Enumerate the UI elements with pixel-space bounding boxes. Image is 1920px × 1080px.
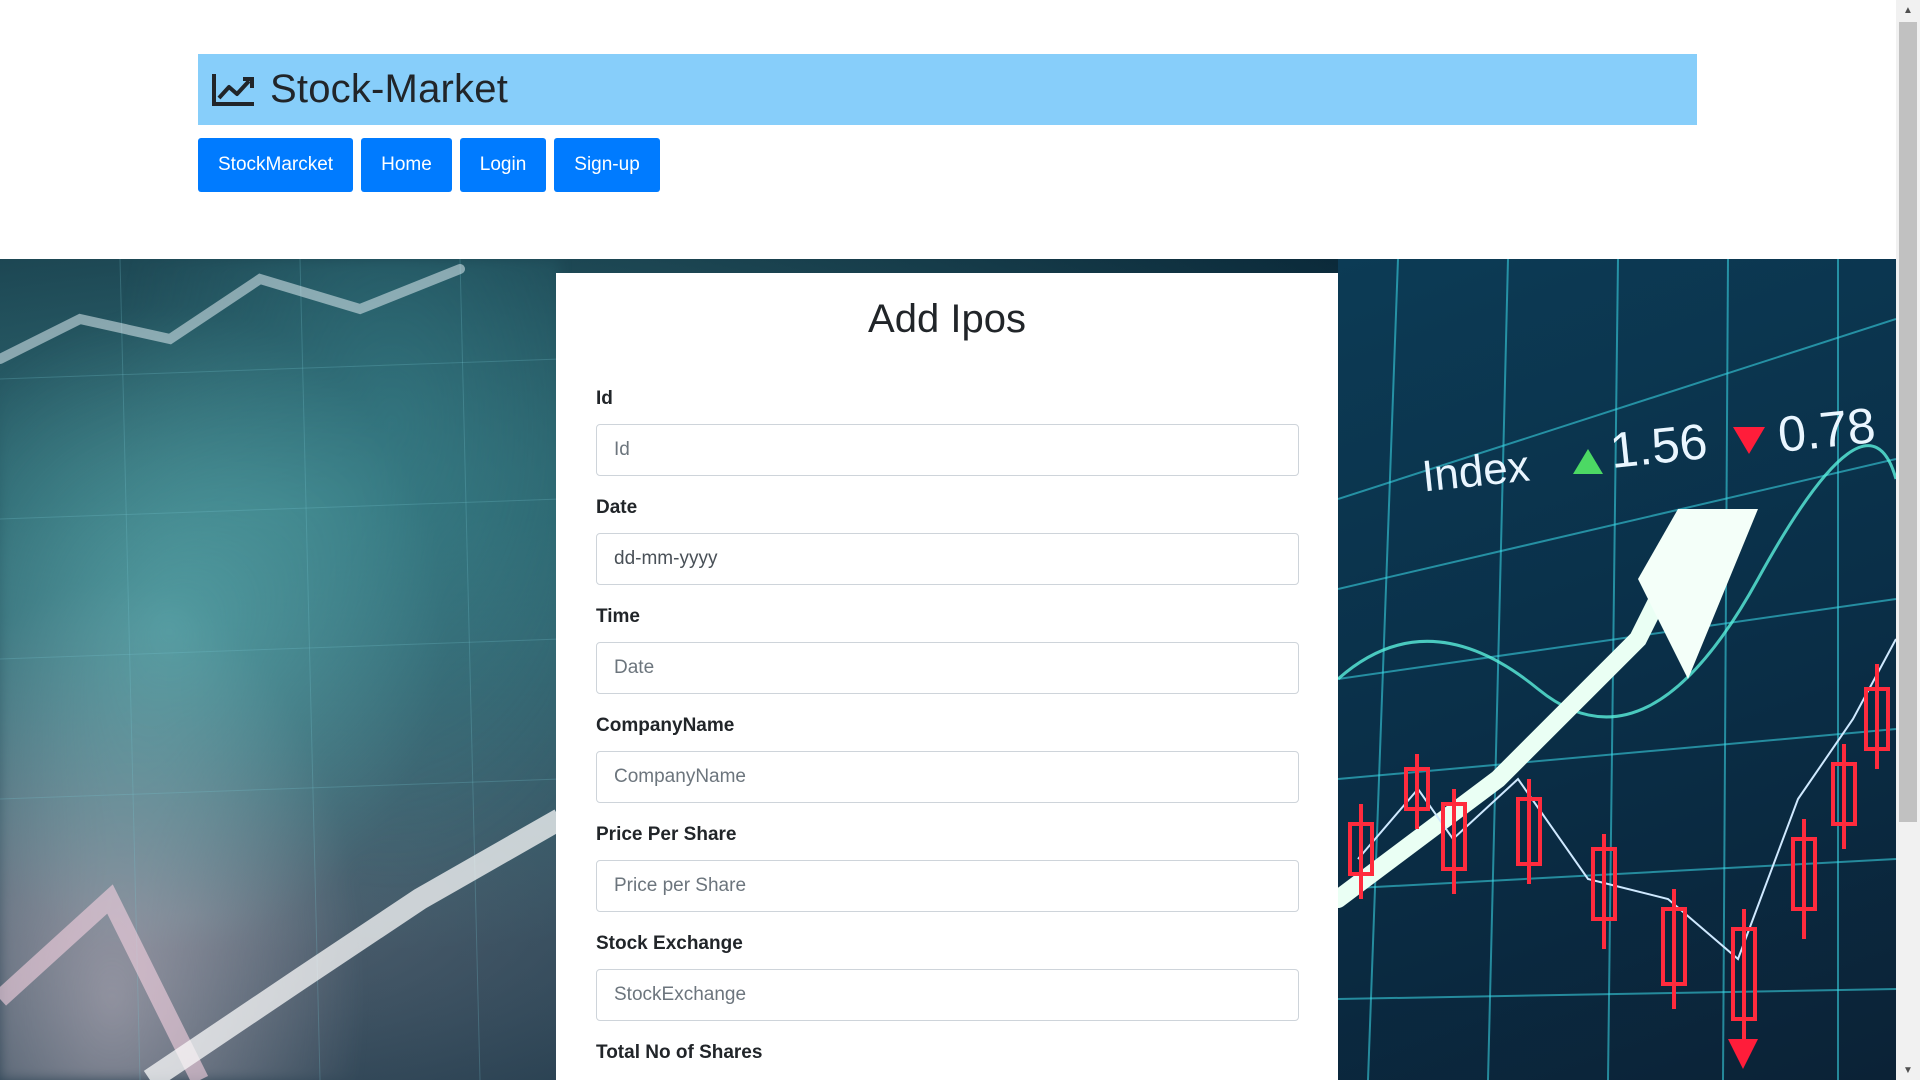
id-label: Id xyxy=(596,388,613,409)
stock-exchange-field-group: Stock Exchange xyxy=(596,933,1299,1021)
date-label: Date xyxy=(596,497,638,518)
nav-login-button[interactable]: Login xyxy=(459,138,547,192)
id-input[interactable] xyxy=(596,424,1299,476)
nav-signup-button[interactable]: Sign-up xyxy=(554,138,660,192)
time-input[interactable] xyxy=(596,642,1299,694)
stock-exchange-input[interactable] xyxy=(596,969,1299,1021)
nav-home-button[interactable]: Home xyxy=(361,138,452,192)
company-name-input[interactable] xyxy=(596,751,1299,803)
scroll-up-arrow-icon[interactable]: ▲ xyxy=(1896,0,1920,20)
id-field-group: Id xyxy=(596,388,1299,476)
time-field-group: Time xyxy=(596,606,1299,694)
scrollbar-thumb[interactable] xyxy=(1899,22,1917,822)
date-input[interactable] xyxy=(596,533,1299,585)
hero-up-value: 1.56 xyxy=(1607,413,1710,479)
form-title: Add Ipos xyxy=(868,297,1026,341)
date-field-group: Date xyxy=(596,497,1299,585)
main-nav: StockMarcket Home Login Sign-up xyxy=(198,138,660,193)
nav-stockmarcket-button[interactable]: StockMarcket xyxy=(198,138,354,192)
scroll-down-arrow-icon[interactable]: ▼ xyxy=(1896,1060,1920,1080)
add-ipos-form: Add Ipos Id Date Time CompanyName Price … xyxy=(556,273,1338,1080)
chart-line-icon xyxy=(212,73,254,106)
stock-grid-graphic xyxy=(1329,259,1896,1080)
brand-bar: Stock-Market xyxy=(198,54,1697,125)
total-shares-label: Total No of Shares xyxy=(596,1042,763,1063)
total-shares-field-group: Total No of Shares xyxy=(596,1042,1298,1066)
price-per-share-field-group: Price Per Share xyxy=(596,824,1299,912)
hero-left-lines xyxy=(0,259,560,1080)
hero-down-value: 0.78 xyxy=(1775,397,1878,463)
time-label: Time xyxy=(596,606,641,627)
company-name-label: CompanyName xyxy=(596,715,735,736)
price-per-share-input[interactable] xyxy=(596,860,1299,912)
company-name-field-group: CompanyName xyxy=(596,715,1299,803)
stock-exchange-label: Stock Exchange xyxy=(596,933,743,954)
price-per-share-label: Price Per Share xyxy=(596,824,737,845)
brand-title: Stock-Market xyxy=(270,67,509,111)
page-scrollbar[interactable]: ▲ ▼ xyxy=(1896,0,1920,1080)
hero-stock-graphic: Index 1.56 0.78 xyxy=(1329,259,1896,1080)
